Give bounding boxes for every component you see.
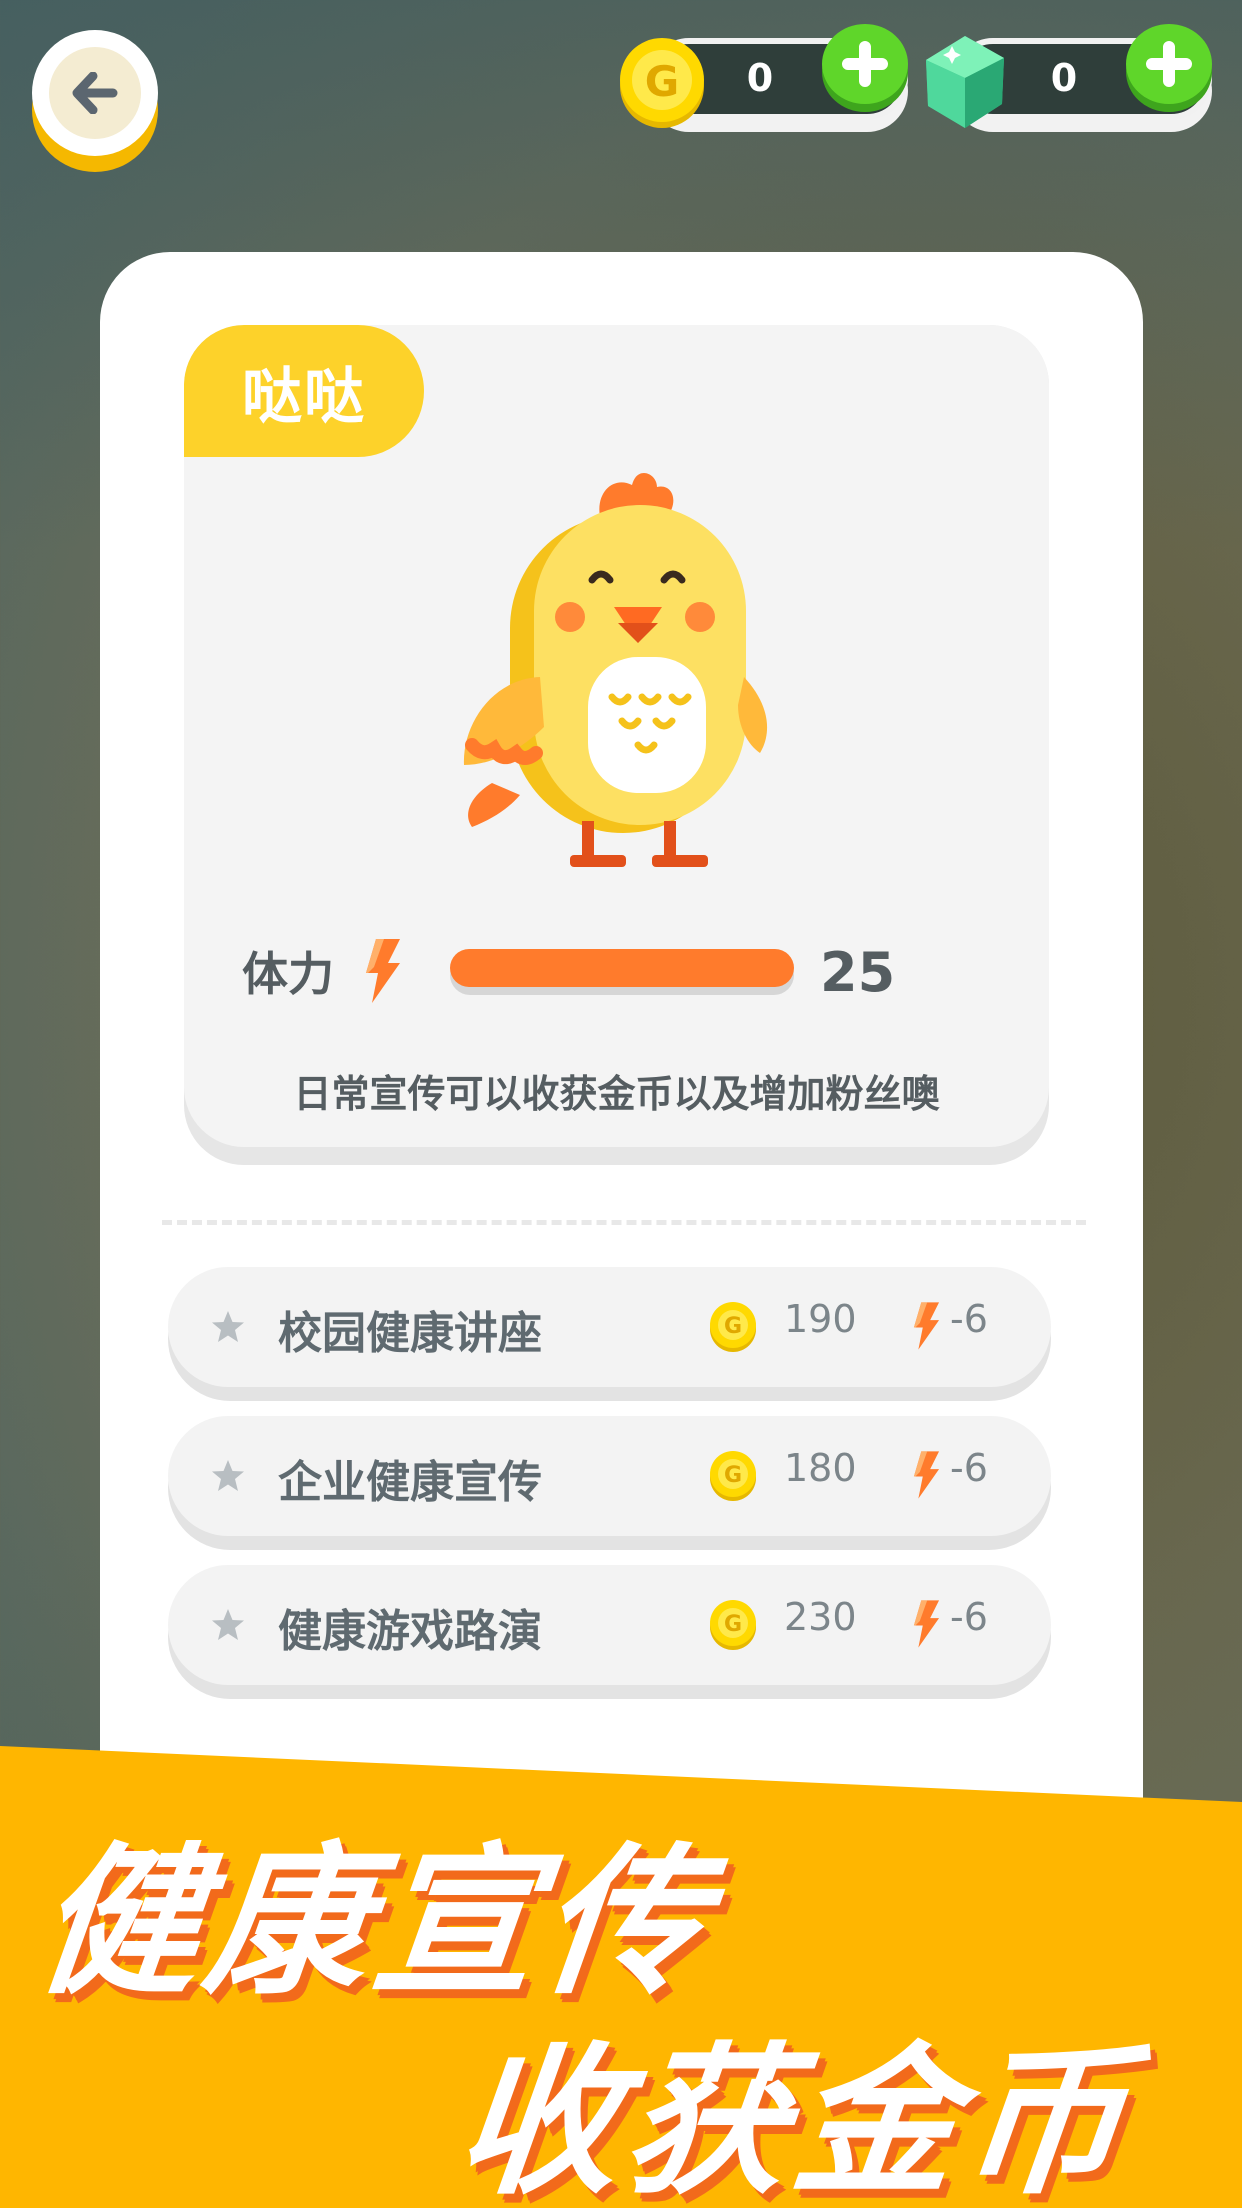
star-icon [212,1460,244,1491]
gold-coin-icon: G [710,1600,756,1650]
lightning-icon [913,1451,940,1499]
pet-name-tag: 哒哒 [184,325,424,457]
task-gold-reward: 230 [784,1595,857,1639]
chick-character-icon [463,472,768,867]
gold-coin-icon: G [620,38,704,128]
task-gold-reward: 180 [784,1446,857,1490]
pet-name: 哒哒 [242,361,366,432]
gold-coin-icon: G [710,1302,756,1352]
star-icon [212,1609,244,1640]
add-coins-button[interactable] [822,24,908,112]
stamina-bar-fill [450,949,794,987]
coin-counter: G 0 [618,24,908,132]
stamina-row: 体力 [242,937,404,1005]
svg-text:G: G [645,57,679,106]
svg-text:G: G [724,1612,742,1637]
task-name: 企业健康宣传 [278,1457,542,1508]
task-item[interactable]: 健康游戏路演 G 230 -6 [168,1565,1051,1699]
lightning-icon [913,1600,940,1648]
add-gems-button[interactable] [1126,24,1212,112]
task-stamina-cost: -6 [950,1297,988,1341]
task-stamina-cost: -6 [950,1595,988,1639]
lightning-icon [366,939,400,1003]
task-item[interactable]: 校园健康讲座 G 190 -6 [168,1267,1051,1401]
star-icon [212,1311,244,1342]
task-gold-reward: 190 [784,1297,857,1341]
arrow-left-icon [72,72,118,114]
task-name: 校园健康讲座 [278,1308,542,1359]
gold-coin-icon: G [710,1451,756,1501]
back-button[interactable] [32,30,158,172]
pet-panel: 哒哒 体力 25 日常宣传可以收获金币以及增加粉丝噢 [184,325,1049,1165]
stamina-label: 体力 [242,947,334,1001]
gem-count: 0 [1050,56,1078,100]
plus-icon [842,41,888,87]
task-stamina-cost: -6 [950,1446,988,1490]
plus-icon [1146,41,1192,87]
task-name: 健康游戏路演 [278,1606,542,1657]
divider [162,1220,1086,1225]
stamina-bar [450,949,794,995]
stamina-value: 25 [820,941,896,1004]
svg-text:G: G [724,1314,742,1339]
gem-counter: 0 [922,24,1212,132]
lightning-icon [913,1302,940,1350]
svg-text:G: G [724,1463,742,1488]
task-item[interactable]: 企业健康宣传 G 180 -6 [168,1416,1051,1550]
pet-description: 日常宣传可以收获金币以及增加粉丝噢 [293,1072,940,1116]
coin-count: 0 [746,56,774,100]
banner-line2: 收获金币 [448,2029,1141,2208]
gem-icon [926,36,1004,128]
